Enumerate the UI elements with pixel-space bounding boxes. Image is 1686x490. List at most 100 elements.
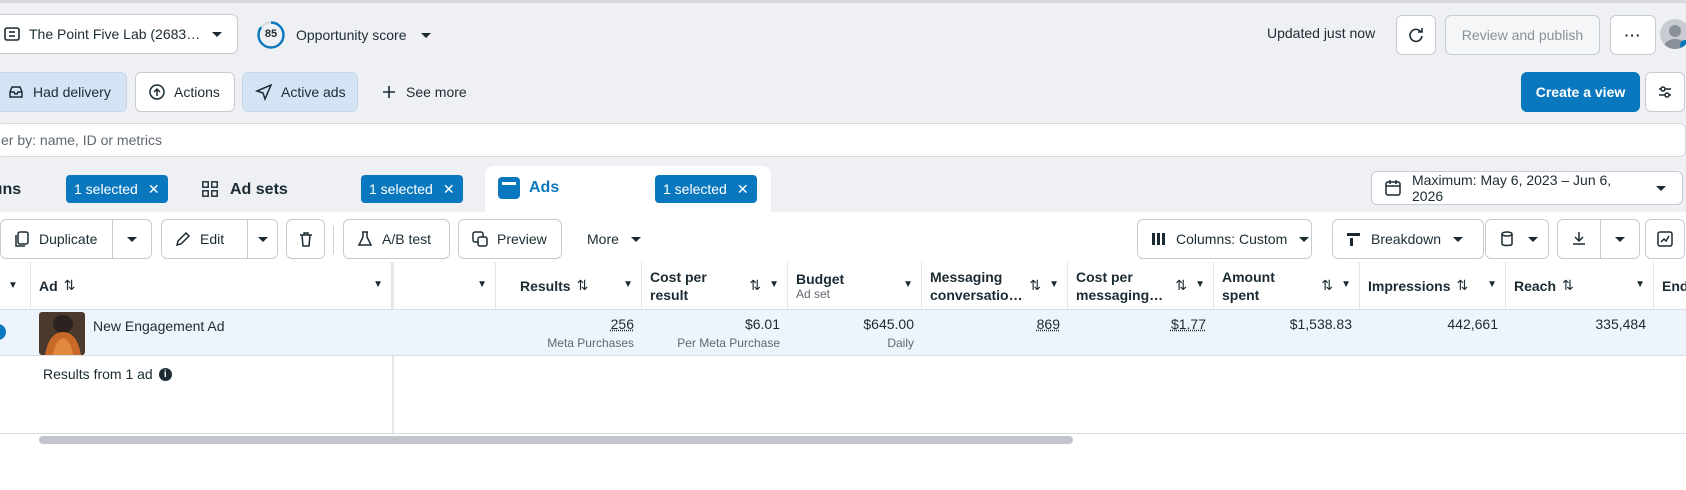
breakdown-button[interactable]: Breakdown xyxy=(1332,219,1484,259)
export-button[interactable] xyxy=(1557,219,1601,259)
caret-down-icon[interactable]: ▼ xyxy=(623,279,633,290)
impressions-value: 442,661 xyxy=(1447,316,1498,332)
column-header-cost-per-messaging[interactable]: Cost per messaging… ⇅ ▼ xyxy=(1068,262,1214,310)
edit-button[interactable]: Edit xyxy=(161,219,248,259)
caret-down-icon[interactable]: ▼ xyxy=(1487,279,1497,290)
profile-avatar[interactable] xyxy=(1660,19,1686,49)
caret-down-icon[interactable]: ▼ xyxy=(477,279,487,290)
caret-down-icon xyxy=(417,26,435,44)
create-view-button[interactable]: Create a view xyxy=(1521,72,1640,112)
charts-button[interactable] xyxy=(1645,219,1685,259)
pencil-icon xyxy=(174,230,192,248)
column-header-cost-per-result-label: Cost per result xyxy=(650,268,707,303)
column-header-messaging-conversations[interactable]: Messaging conversatio… ⇅ ▼ xyxy=(922,262,1068,310)
see-more-filters-button[interactable]: See more xyxy=(367,72,477,112)
tab-ad-sets[interactable]: Ad sets 1 selected ✕ xyxy=(188,171,472,207)
customize-filters-button[interactable] xyxy=(1645,72,1685,112)
column-header-cost-per-result[interactable]: Cost per result ⇅ ▼ xyxy=(642,262,788,310)
review-publish-button[interactable]: Review and publish xyxy=(1445,15,1600,55)
tab-campaigns[interactable]: ıns 1 selected ✕ xyxy=(0,171,178,207)
date-range-picker[interactable]: Maximum: May 6, 2023 – Jun 6, 2026 xyxy=(1371,171,1683,205)
sort-icon[interactable]: ⇅ xyxy=(64,277,76,294)
edit-dropdown[interactable] xyxy=(247,219,278,259)
ad-name-link[interactable]: New Engagement Ad xyxy=(93,318,225,334)
column-header-impressions[interactable]: Impressions ⇅ ▼ xyxy=(1360,262,1506,310)
column-header-budget[interactable]: Budget Ad set ▼ xyxy=(788,262,922,310)
tab-ads[interactable]: Ads 1 selected ✕ xyxy=(485,166,771,212)
actions-filter[interactable]: Actions xyxy=(135,72,235,112)
column-header-reach[interactable]: Reach ⇅ ▼ xyxy=(1506,262,1654,310)
tab-campaigns-label: ıns xyxy=(0,181,22,198)
budget-type: Daily xyxy=(887,336,914,350)
column-header-results[interactable]: Results ⇅ ▼ xyxy=(496,262,642,310)
column-header-blank[interactable]: ▼ xyxy=(394,262,496,310)
reports-button[interactable] xyxy=(1485,219,1549,259)
cell-impressions: 442,661 xyxy=(1360,310,1506,354)
tab-ad-sets-label: Ad sets xyxy=(230,181,288,198)
messaging-value[interactable]: 869 xyxy=(1037,316,1060,332)
cell-messaging-conversations: 869 xyxy=(922,310,1068,354)
refresh-icon xyxy=(1407,26,1425,44)
active-ads-filter[interactable]: Active ads xyxy=(242,72,358,112)
horizontal-scrollbar[interactable] xyxy=(39,436,1073,444)
sort-icon[interactable]: ⇅ xyxy=(1175,277,1187,294)
results-summary-label: Results from 1 ad xyxy=(43,366,153,382)
sort-icon[interactable]: ⇅ xyxy=(577,277,589,294)
close-icon[interactable]: ✕ xyxy=(148,181,160,198)
more-options-button[interactable]: ··· xyxy=(1610,15,1656,55)
refresh-button[interactable] xyxy=(1396,15,1436,55)
column-header-select[interactable]: ▼ xyxy=(0,262,31,310)
had-delivery-filter[interactable]: Had delivery xyxy=(0,72,127,112)
sort-icon[interactable]: ⇅ xyxy=(1456,277,1468,294)
duplicate-button[interactable]: Duplicate xyxy=(0,219,113,259)
preview-button[interactable]: Preview xyxy=(458,219,562,259)
column-header-ends[interactable]: End xyxy=(1654,262,1686,310)
more-label: More xyxy=(587,231,619,247)
ad-thumbnail-image xyxy=(39,312,85,355)
columns-button[interactable]: Columns: Custom xyxy=(1137,219,1312,259)
column-header-cost-per-messaging-label: Cost per messaging… xyxy=(1076,268,1164,303)
search-input[interactable] xyxy=(1,132,1685,148)
close-icon[interactable]: ✕ xyxy=(737,181,749,198)
caret-down-icon[interactable]: ▼ xyxy=(903,279,913,290)
preview-label: Preview xyxy=(497,231,547,247)
results-value[interactable]: 256 xyxy=(611,316,634,332)
download-icon xyxy=(1570,230,1588,248)
column-header-ad[interactable]: Ad ⇅ ▼ xyxy=(31,262,392,310)
sliders-icon xyxy=(1656,83,1674,101)
caret-down-icon[interactable]: ▼ xyxy=(373,279,383,290)
opportunity-score-selector[interactable]: 85 Opportunity score xyxy=(256,21,435,49)
delete-button[interactable] xyxy=(286,219,325,259)
sort-icon[interactable]: ⇅ xyxy=(1029,277,1041,294)
column-header-ad-label: Ad xyxy=(39,277,58,294)
close-icon[interactable]: ✕ xyxy=(443,181,455,198)
see-more-label: See more xyxy=(406,84,467,100)
sort-icon[interactable]: ⇅ xyxy=(1562,277,1574,294)
results-summary: Results from 1 ad i xyxy=(43,366,172,382)
caret-down-icon[interactable]: ▼ xyxy=(1195,279,1205,290)
campaigns-selected-badge[interactable]: 1 selected ✕ xyxy=(66,175,168,203)
info-icon[interactable]: i xyxy=(158,367,172,381)
column-header-amount-spent[interactable]: Amount spent ⇅ ▼ xyxy=(1214,262,1360,310)
sort-icon[interactable]: ⇅ xyxy=(749,277,761,294)
caret-down-icon[interactable]: ▼ xyxy=(1635,279,1645,290)
duplicate-dropdown[interactable] xyxy=(112,219,152,259)
more-button[interactable]: More xyxy=(574,219,644,259)
opportunity-score-value: 85 xyxy=(264,28,278,40)
ads-selected-badge[interactable]: 1 selected ✕ xyxy=(655,175,757,203)
caret-down-icon[interactable]: ▼ xyxy=(1341,279,1351,290)
tab-ads-label: Ads xyxy=(529,179,560,196)
search-box[interactable] xyxy=(0,123,1686,157)
caret-down-icon xyxy=(1611,230,1629,248)
caret-down-icon xyxy=(627,230,645,248)
sort-icon[interactable]: ⇅ xyxy=(1321,277,1333,294)
ab-test-button[interactable]: A/B test xyxy=(343,219,450,259)
adsets-selected-badge[interactable]: 1 selected ✕ xyxy=(361,175,463,203)
caret-down-icon[interactable]: ▼ xyxy=(769,279,779,290)
cost-per-messaging-value[interactable]: $1.77 xyxy=(1171,316,1206,332)
trash-icon xyxy=(297,230,315,248)
caret-down-icon[interactable]: ▼ xyxy=(1049,279,1059,290)
account-selector[interactable]: The Point Five Lab (2683… xyxy=(0,14,238,54)
export-dropdown[interactable] xyxy=(1600,219,1640,259)
more-dots-icon: ··· xyxy=(1624,27,1642,43)
